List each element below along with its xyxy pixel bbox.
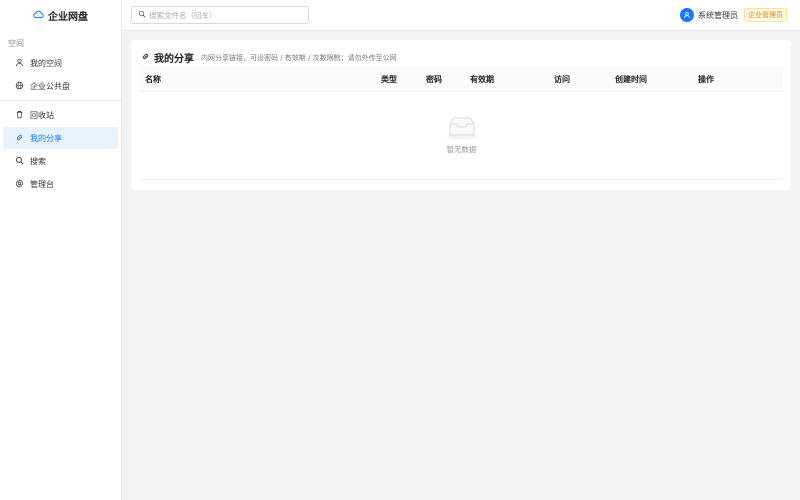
sidebar-item-label: 我的分享	[30, 133, 62, 143]
user-icon	[684, 11, 690, 19]
column-header-actions[interactable]: 操作	[698, 67, 714, 92]
sidebar-divider	[0, 100, 121, 101]
my-shares-panel: 我的分享 内网分享链接，可设密码 / 有效期 / 次数限制；请勿外传至公网 名称…	[131, 40, 791, 190]
globe-icon	[15, 81, 24, 92]
sidebar-item-label: 我的空间	[30, 58, 62, 68]
search-icon	[138, 10, 146, 20]
sidebar-item-search[interactable]: 搜索	[3, 150, 118, 172]
empty-state: 暂无数据	[140, 92, 783, 180]
panel-header: 我的分享 内网分享链接，可设密码 / 有效期 / 次数限制；请勿外传至公网	[141, 50, 397, 65]
role-badge: 企业管理员	[744, 8, 787, 22]
app-title: 企业网盘	[48, 12, 88, 23]
user-icon	[15, 58, 24, 69]
search-icon	[15, 156, 24, 167]
sidebar-section-label: 空间	[8, 39, 24, 48]
sidebar-item-admin-console[interactable]: 管理台	[3, 173, 118, 195]
sidebar-item-my-shares[interactable]: 我的分享	[3, 127, 118, 149]
table-header: 名称 类型 密码 有效期 访问 创建时间 操作	[140, 67, 783, 92]
column-header-created[interactable]: 创建时间	[615, 67, 647, 92]
trash-icon	[15, 110, 24, 121]
user-name: 系统管理员	[698, 10, 738, 20]
column-header-name[interactable]: 名称	[145, 67, 161, 92]
sidebar-item-label: 管理台	[30, 179, 54, 189]
gear-icon	[15, 179, 24, 190]
sidebar-item-label: 搜索	[30, 156, 46, 166]
sidebar-item-label: 企业公共盘	[30, 81, 70, 91]
avatar[interactable]	[680, 8, 694, 22]
column-header-expiry[interactable]: 有效期	[470, 67, 494, 92]
search-box[interactable]	[131, 6, 309, 24]
column-header-visits[interactable]: 访问	[554, 67, 570, 92]
page-description: 内网分享链接，可设密码 / 有效期 / 次数限制；请勿外传至公网	[201, 53, 397, 62]
user-menu[interactable]: 系统管理员 企业管理员	[680, 8, 787, 22]
sidebar: 企业网盘 空间 我的空间 企业公共盘 回收站 我的分享 搜索 管理台	[0, 0, 122, 500]
sidebar-item-public-drive[interactable]: 企业公共盘	[3, 75, 118, 97]
search-input[interactable]	[149, 10, 299, 20]
sidebar-item-recycle-bin[interactable]: 回收站	[3, 104, 118, 126]
empty-inbox-icon	[445, 116, 479, 144]
shares-table: 名称 类型 密码 有效期 访问 创建时间 操作 暂无数据	[140, 67, 783, 180]
column-header-password[interactable]: 密码	[426, 67, 442, 92]
link-icon	[15, 133, 24, 144]
column-header-type[interactable]: 类型	[381, 67, 397, 92]
cloud-icon	[33, 9, 44, 23]
topbar: 系统管理员 企业管理员	[122, 0, 800, 31]
sidebar-item-label: 回收站	[30, 110, 54, 120]
app-brand[interactable]: 企业网盘	[0, 0, 121, 31]
page-title: 我的分享	[154, 54, 194, 65]
empty-text: 暂无数据	[446, 145, 477, 154]
link-icon	[141, 52, 150, 63]
sidebar-item-my-space[interactable]: 我的空间	[3, 52, 118, 74]
